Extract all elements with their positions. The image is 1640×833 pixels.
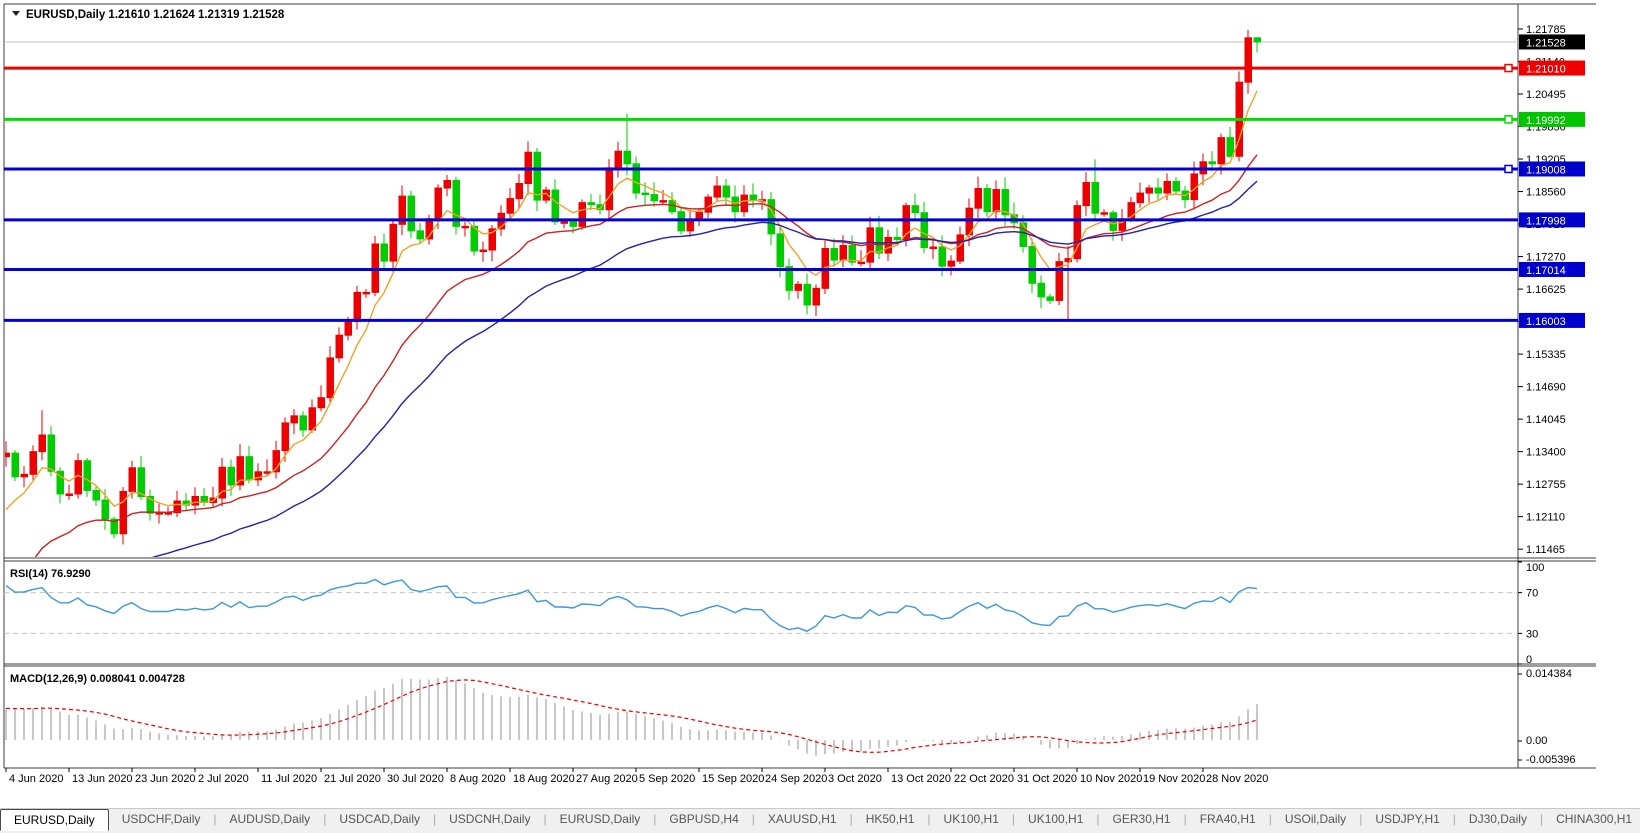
tab-usdcnh-daily[interactable]: USDCNH,Daily [436,809,543,829]
date-label: 13 Jun 2020 [72,773,133,785]
price-badge: 1.17998 [1526,215,1566,227]
tab-eurusd-daily[interactable]: EURUSD,Daily [0,809,109,831]
rsi-axis-label: 0 [1526,654,1532,666]
price-badge: 1.16003 [1526,316,1566,328]
tab-xauusd-h1[interactable]: XAUUSD,H1 [755,809,850,829]
price-tick-label: 1.12755 [1526,479,1566,491]
date-label: 5 Sep 2020 [639,773,695,785]
candle [1236,71,1243,161]
price-badge: 1.21528 [1526,37,1566,49]
chart-canvas[interactable]: 1.217851.211401.204951.198501.192051.185… [0,0,1640,813]
date-label: 15 Sep 2020 [702,773,764,785]
price-badge: 1.19008 [1526,164,1566,176]
price-tick-label: 1.14045 [1526,414,1566,426]
symbol-ohlc-title: EURUSD,Daily 1.21610 1.21624 1.21319 1.2… [26,9,285,21]
price-tick-label: 1.12110 [1526,512,1565,524]
price-tick-label: 1.18560 [1526,187,1566,199]
tab-china300-h1[interactable]: CHINA300,H1 [1543,809,1640,829]
rsi-axis-label: 100 [1526,562,1544,574]
macd-label: MACD(12,26,9) 0.008041 0.004728 [10,673,185,685]
macd-axis-label: -0.005396 [1526,754,1576,766]
rsi-label: RSI(14) 76.9290 [10,568,91,580]
date-label: 30 Jul 2020 [387,773,444,785]
tab-dj30-daily[interactable]: DJ30,Daily [1456,809,1540,829]
tab-audusd-daily[interactable]: AUDUSD,Daily [217,809,324,829]
date-label: 10 Nov 2020 [1080,773,1142,785]
price-tick-label: 1.21785 [1526,24,1566,36]
price-badge: 1.21010 [1526,64,1566,76]
chart-title: EURUSD,Daily 1.21610 1.21624 1.21319 1.2… [12,9,285,21]
date-label: 23 Jun 2020 [135,773,196,785]
price-tick-label: 1.20495 [1526,89,1566,101]
tab-uk100-h1[interactable]: UK100,H1 [931,809,1012,829]
rsi-axis-label: 30 [1526,628,1538,640]
tab-ger30-h1[interactable]: GER30,H1 [1100,809,1184,829]
candle [984,184,991,217]
candle [12,450,19,481]
price-badge: 1.17014 [1526,265,1566,277]
candle [579,199,586,229]
price-tick-label: 1.17270 [1526,252,1566,264]
date-label: 19 Nov 2020 [1143,773,1205,785]
candle [372,236,379,296]
date-label: 31 Oct 2020 [1017,773,1077,785]
date-label: 4 Jun 2020 [9,773,63,785]
date-label: 21 Jul 2020 [324,773,381,785]
date-label: 22 Oct 2020 [954,773,1014,785]
date-label: 27 Aug 2020 [576,773,638,785]
tab-usdjpy-h1[interactable]: USDJPY,H1 [1362,809,1452,829]
date-label: 28 Nov 2020 [1206,773,1268,785]
price-tick-label: 1.11465 [1526,544,1565,556]
price-tick-label: 1.15335 [1526,349,1566,361]
chart-tabs-bar: EURUSD,DailyUSDCHF,Daily|AUDUSD,Daily|US… [0,808,1640,833]
resistance-line-handle[interactable] [1505,65,1512,72]
date-label: 11 Jul 2020 [261,773,317,785]
tab-usdchf-daily[interactable]: USDCHF,Daily [109,809,214,829]
price-tick-label: 1.16625 [1526,284,1566,296]
tab-usdcad-daily[interactable]: USDCAD,Daily [326,809,433,829]
support-line-2-handle[interactable] [1505,165,1512,172]
tab-eurusd-daily[interactable]: EURUSD,Daily [547,809,654,829]
macd-axis-label: 0.00 [1526,735,1547,747]
mt4-window: ▼ M1M5M15M30H1H4D1W1MN 1.217851.211401.2… [0,0,1640,833]
candle [408,191,415,238]
date-label: 2 Jul 2020 [198,773,249,785]
rsi-axis-label: 70 [1526,588,1538,600]
support-line-1-handle[interactable] [1505,116,1512,123]
date-label: 8 Aug 2020 [450,773,506,785]
tab-fra40-h1[interactable]: FRA40,H1 [1187,809,1269,829]
date-label: 3 Oct 2020 [828,773,882,785]
tab-usoil-daily[interactable]: USOil,Daily [1272,809,1359,829]
date-label: 18 Aug 2020 [513,773,575,785]
tab-hk50-h1[interactable]: HK50,H1 [853,809,928,829]
tab-gbpusd-h4[interactable]: GBPUSD,H4 [656,809,751,829]
date-label: 24 Sep 2020 [765,773,827,785]
price-tick-label: 1.13400 [1526,447,1566,459]
price-badge: 1.19992 [1526,115,1566,127]
macd-axis-label: 0.014384 [1526,668,1572,680]
chart-background [0,0,1640,813]
date-label: 13 Oct 2020 [891,773,951,785]
candle [453,177,460,235]
price-tick-label: 1.14690 [1526,382,1566,394]
tab-uk100-h1[interactable]: UK100,H1 [1015,809,1096,829]
